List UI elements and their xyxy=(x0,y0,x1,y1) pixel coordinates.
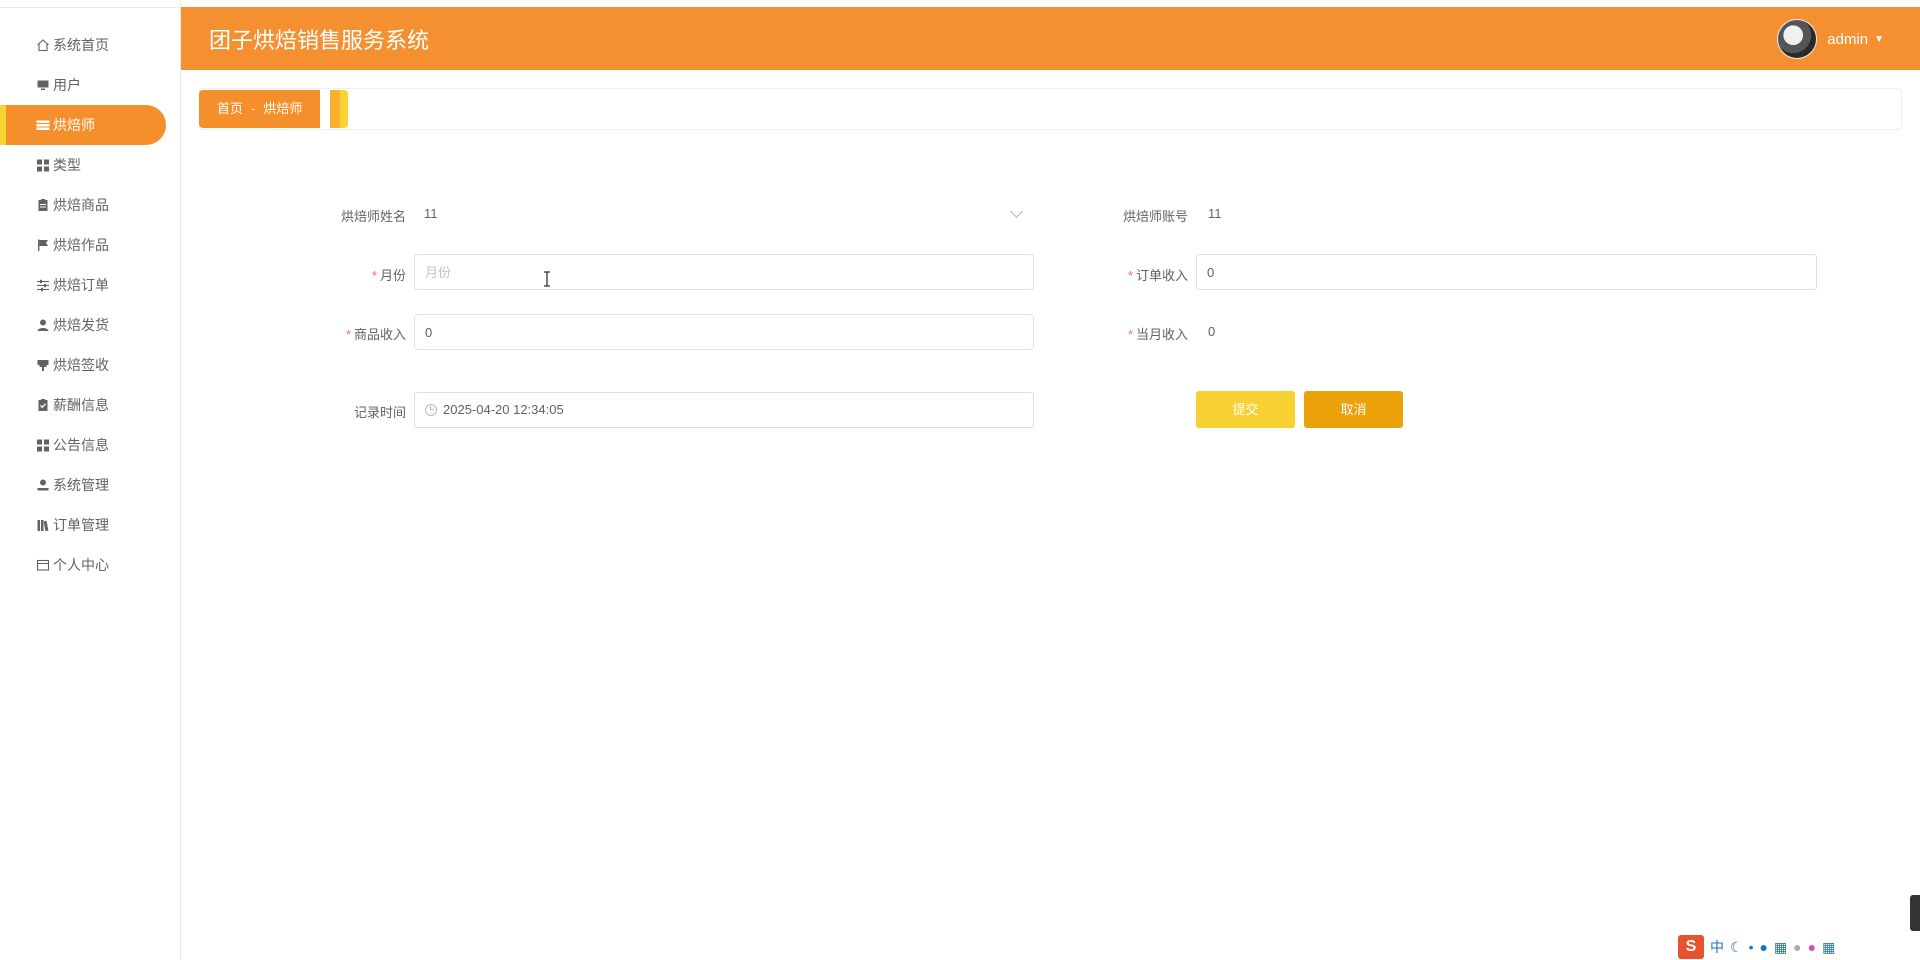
goods-income-input[interactable] xyxy=(414,314,1034,350)
punctuation-icon[interactable]: • xyxy=(1749,939,1754,955)
breadcrumb: 首页 - 烘焙师 xyxy=(199,90,321,128)
sidebar-item-label: 个人中心 xyxy=(53,557,109,573)
sidebar-item-users[interactable]: 用户 xyxy=(0,65,181,105)
sidebar-item-label: 烘焙发货 xyxy=(53,317,109,333)
moon-icon[interactable]: ☾ xyxy=(1730,939,1743,956)
sidebar-item-label: 烘焙订单 xyxy=(53,277,109,293)
stamp-icon xyxy=(36,347,50,371)
top-header: 团子烘焙销售服务系统 admin ▼ xyxy=(181,7,1920,70)
ime-toolbar: S 中 ☾ • ● ▦ ● ● ▦ xyxy=(1670,934,1920,960)
sogou-logo-icon[interactable]: S xyxy=(1678,935,1704,959)
record-time-label: 记录时间 xyxy=(353,405,406,420)
app-title: 团子烘焙销售服务系统 xyxy=(209,28,430,53)
sidebar-menu: 系统首页 用户 烘焙师 类型 烘焙商品 烘焙作品 烘焙订单 烘焙发货 烘焙签收 … xyxy=(0,25,181,585)
baker-account-label: 烘焙师账号 xyxy=(1122,209,1188,224)
text-cursor-icon xyxy=(544,271,550,287)
record-time-value: 2025-04-20 12:34:05 xyxy=(443,402,564,417)
sidebar-item-label: 烘焙师 xyxy=(53,117,95,133)
sidebar-item-type[interactable]: 类型 xyxy=(0,145,181,185)
skin-icon[interactable]: ● xyxy=(1808,939,1816,955)
month-income-label: * 当月收入 xyxy=(1127,327,1188,342)
sidebar: 系统首页 用户 烘焙师 类型 烘焙商品 烘焙作品 烘焙订单 烘焙发货 烘焙签收 … xyxy=(0,0,181,960)
baker-account-value: 11 xyxy=(1208,206,1222,221)
microphone-icon[interactable]: ● xyxy=(1759,939,1767,955)
home-icon xyxy=(36,27,50,52)
chevron-down-icon[interactable] xyxy=(1010,205,1023,218)
cancel-button[interactable]: 取消 xyxy=(1304,391,1403,428)
baker-name-value[interactable]: 11 xyxy=(424,206,438,221)
user-icon xyxy=(36,307,50,331)
clock-icon xyxy=(425,404,437,416)
breadcrumb-separator: - xyxy=(251,101,256,116)
sidebar-item-salary-info[interactable]: 薪酬信息 xyxy=(0,385,181,425)
month-income-value: 0 xyxy=(1208,324,1216,339)
sidebar-item-label: 薪酬信息 xyxy=(53,397,109,413)
sidebar-item-personal-center[interactable]: 个人中心 xyxy=(0,545,181,585)
submit-button[interactable]: 提交 xyxy=(1196,391,1295,428)
user-icon xyxy=(36,467,50,491)
sidebar-item-baking-shipping[interactable]: 烘焙发货 xyxy=(0,305,181,345)
sidebar-item-label: 公告信息 xyxy=(53,437,109,453)
sidebar-item-label: 类型 xyxy=(53,157,81,173)
breadcrumb-bar: 首页 - 烘焙师 xyxy=(199,88,1902,130)
avatar[interactable] xyxy=(1777,19,1818,59)
breadcrumb-home[interactable]: 首页 xyxy=(217,101,243,116)
sidebar-item-baking-receipt[interactable]: 烘焙签收 xyxy=(0,345,181,385)
sliders-icon xyxy=(36,267,50,292)
person-icon[interactable]: ● xyxy=(1793,939,1801,955)
sidebar-item-label: 烘焙作品 xyxy=(53,237,109,253)
sidebar-item-label: 烘焙商品 xyxy=(53,197,109,213)
toolbox-icon[interactable]: ▦ xyxy=(1822,939,1835,956)
sidebar-item-label: 系统管理 xyxy=(53,477,109,493)
sidebar-item-baker[interactable]: 烘焙师 xyxy=(0,105,166,145)
goods-income-label: * 商品收入 xyxy=(345,327,406,342)
baker-name-label: 烘焙师姓名 xyxy=(340,209,406,224)
sidebar-item-announcements[interactable]: 公告信息 xyxy=(0,425,181,465)
sidebar-item-label: 系统首页 xyxy=(53,37,109,53)
sidebar-item-home[interactable]: 系统首页 xyxy=(0,25,181,65)
scrollbar-handle[interactable] xyxy=(1910,895,1920,931)
books-icon xyxy=(36,507,50,532)
clipboard-icon xyxy=(36,187,50,211)
list-icon xyxy=(36,107,50,130)
user-menu[interactable]: admin ▼ xyxy=(1777,19,1884,59)
month-label: * 月份 xyxy=(371,268,406,283)
sidebar-item-baking-works[interactable]: 烘焙作品 xyxy=(0,225,181,265)
grid-icon xyxy=(36,147,50,172)
sidebar-top-divider xyxy=(0,0,181,8)
flag-icon xyxy=(36,227,50,251)
order-income-input[interactable] xyxy=(1196,254,1817,290)
sidebar-item-baking-goods[interactable]: 烘焙商品 xyxy=(0,185,181,225)
breadcrumb-decoration xyxy=(330,90,340,128)
monitor-icon xyxy=(36,67,50,90)
sidebar-item-system-management[interactable]: 系统管理 xyxy=(0,465,181,505)
grid-icon xyxy=(36,427,50,452)
order-income-label: * 订单收入 xyxy=(1127,268,1188,283)
breadcrumb-decoration xyxy=(340,90,348,128)
month-input[interactable] xyxy=(414,254,1034,290)
sidebar-item-label: 订单管理 xyxy=(53,517,109,533)
sidebar-item-baking-orders[interactable]: 烘焙订单 xyxy=(0,265,181,305)
username[interactable]: admin xyxy=(1827,31,1868,48)
caret-down-icon[interactable]: ▼ xyxy=(1874,34,1884,45)
sidebar-item-label: 烘焙签收 xyxy=(53,357,109,373)
record-time-picker[interactable]: 2025-04-20 12:34:05 xyxy=(414,392,1034,428)
wallet-icon xyxy=(36,547,50,571)
sidebar-item-label: 用户 xyxy=(53,77,81,93)
keyboard-icon[interactable]: ▦ xyxy=(1774,939,1787,956)
ime-mode-toggle[interactable]: 中 xyxy=(1710,937,1724,957)
clipboard-check-icon xyxy=(36,387,50,411)
sidebar-item-order-management[interactable]: 订单管理 xyxy=(0,505,181,545)
breadcrumb-current: 烘焙师 xyxy=(263,101,303,116)
